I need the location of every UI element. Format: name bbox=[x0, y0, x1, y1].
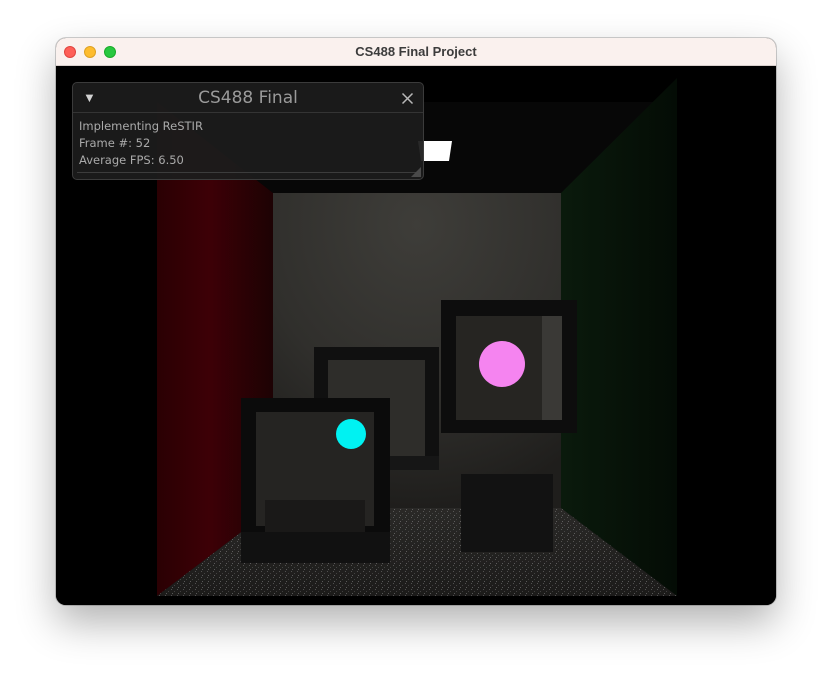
window-title: CS488 Final Project bbox=[355, 44, 477, 59]
close-icon[interactable] bbox=[401, 92, 414, 105]
front-hollow-cube bbox=[241, 398, 390, 563]
title-bar[interactable]: CS488 Final Project bbox=[56, 38, 776, 66]
overlay-line-description: Implementing ReSTIR bbox=[79, 119, 203, 133]
app-window: CS488 Final Project ▼ CS488 Final Implem… bbox=[56, 38, 776, 605]
overlay-line-fps: Average FPS: 6.50 bbox=[79, 153, 184, 167]
imgui-overlay-panel[interactable]: ▼ CS488 Final Implementing ReSTIR Frame … bbox=[72, 82, 424, 180]
resize-grip-icon[interactable] bbox=[411, 167, 421, 177]
overlay-line-frame: Frame #: 52 bbox=[79, 136, 151, 150]
pink-sphere bbox=[479, 341, 525, 387]
overlay-divider bbox=[77, 172, 419, 173]
overlay-title: CS488 Final bbox=[198, 88, 298, 108]
floor-shadow-box bbox=[461, 474, 553, 552]
right-hollow-cube bbox=[441, 300, 577, 433]
overlay-header[interactable]: ▼ CS488 Final bbox=[73, 83, 423, 113]
cyan-sphere bbox=[336, 419, 366, 449]
